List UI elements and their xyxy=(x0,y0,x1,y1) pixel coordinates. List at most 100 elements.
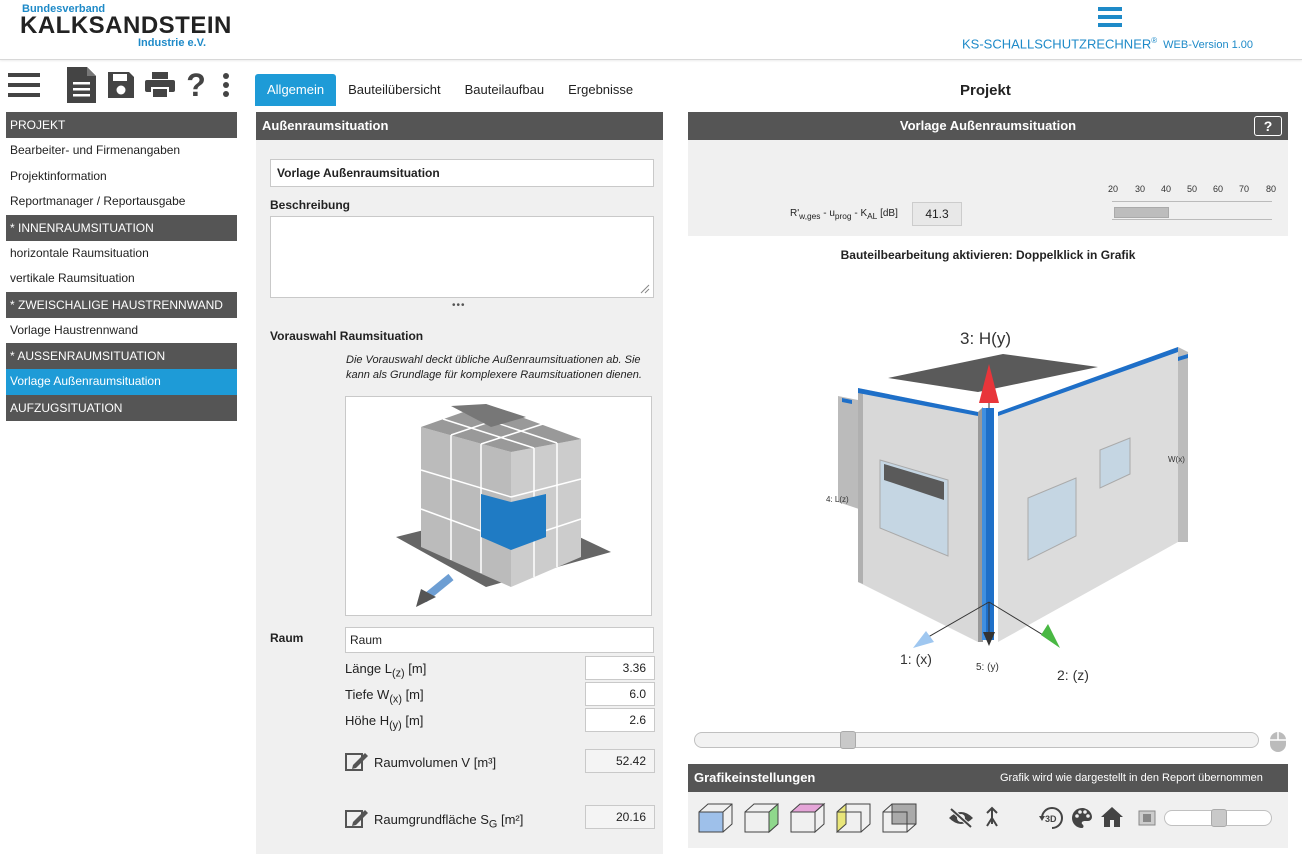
sidebar-item-reportmanager[interactable]: Reportmanager / Reportausgabe xyxy=(6,189,237,215)
right-panel: Vorlage Außenraumsituation ? R'w,ges - u… xyxy=(688,112,1288,848)
ellipsis-toggle[interactable]: ••• xyxy=(452,300,466,311)
tab-allgemein[interactable]: Allgemein xyxy=(255,74,337,106)
app-name-text: KS-SCHALLSCHUTZRECHNER xyxy=(962,36,1152,52)
scale-fill xyxy=(1114,207,1169,218)
main-menu-icon[interactable] xyxy=(1098,7,1122,27)
app-reg: ® xyxy=(1151,36,1158,45)
sidebar-section-innenraum[interactable]: * INNENRAUMSITUATION xyxy=(6,214,237,241)
right-panel-header: Vorlage Außenraumsituation ? xyxy=(688,112,1288,140)
hoehe-input[interactable]: 2.6 xyxy=(585,708,655,732)
graphics-title: Grafikeinstellungen xyxy=(694,770,816,785)
formula-rsub: w,ges xyxy=(799,211,821,221)
scale-bar xyxy=(1112,198,1272,222)
sidebar-section-aufzug[interactable]: AUFZUGSITUATION xyxy=(6,394,237,421)
grund-unit: [m²] xyxy=(497,812,524,827)
tiefe-text: Tiefe W xyxy=(345,687,390,702)
axis-label-x: 1: (x) xyxy=(900,651,932,667)
tab-bauteiluebersicht[interactable]: Bauteilübersicht xyxy=(336,74,453,106)
document-icon[interactable] xyxy=(64,66,98,104)
result-value: 41.3 xyxy=(912,202,962,226)
axis-label-z: 2: (z) xyxy=(1057,667,1089,683)
svg-text:3D: 3D xyxy=(1045,814,1057,824)
sidebar-section-haustrennwand[interactable]: * ZWEISCHALIGE HAUSTRENNWAND xyxy=(6,291,237,318)
sidebar-section-aussenraum[interactable]: * AUSSENRAUMSITUATION xyxy=(6,343,237,369)
graphics-note: Grafik wird wie dargestellt in den Repor… xyxy=(1000,772,1263,784)
sidebar-item-vertikal[interactable]: vertikale Raumsituation xyxy=(6,266,237,292)
cube-yellow-icon[interactable] xyxy=(836,802,872,834)
brightness-icon xyxy=(1138,810,1156,826)
cube-blue-icon[interactable] xyxy=(698,802,734,834)
laenge-label: Länge L(z) [m] xyxy=(345,661,426,680)
cube-pink-icon[interactable] xyxy=(790,802,826,834)
toolbar: ? xyxy=(6,66,238,106)
help-button[interactable]: ? xyxy=(1254,116,1282,136)
graphics-toolbar: 3D xyxy=(688,792,1288,848)
tab-bauteilaufbau[interactable]: Bauteilaufbau xyxy=(453,74,557,106)
laenge-sub: (z) xyxy=(392,667,405,680)
sidebar-item-vorlage-aussenraum[interactable]: Vorlage Außenraumsituation xyxy=(6,369,237,395)
edit-volume-icon[interactable] xyxy=(345,750,369,772)
scale-tick-20: 20 xyxy=(1108,184,1119,194)
room-name-input[interactable]: Raum xyxy=(345,627,654,653)
menu-icon[interactable] xyxy=(6,66,42,104)
formula-usub: prog xyxy=(834,211,852,221)
palette-icon[interactable] xyxy=(1070,806,1094,830)
scale-tick-30: 30 xyxy=(1135,184,1146,194)
app-version: WEB-Version 1.00 xyxy=(1163,39,1254,52)
hoehe-unit: [m] xyxy=(401,713,424,728)
sidebar-item-vorlage-haustrennwand[interactable]: Vorlage Haustrennwand xyxy=(6,317,237,343)
brightness-slider-thumb[interactable] xyxy=(1211,809,1227,827)
volumen-value: 52.42 xyxy=(585,749,655,773)
eye-off-icon[interactable] xyxy=(948,808,974,828)
home-icon[interactable] xyxy=(1100,806,1124,828)
grundflaeche-label: Raumgrundfläche SG [m²] xyxy=(374,812,523,831)
axis-label-w: W(x) xyxy=(1168,455,1185,464)
cube-gray-icon[interactable] xyxy=(882,802,918,834)
scale-tick-60: 60 xyxy=(1213,184,1224,194)
app-name: KS-SCHALLSCHUTZRECHNER® WEB-Version 1.00 xyxy=(962,36,1253,51)
tab-bar: Allgemein Bauteilübersicht Bauteilaufbau… xyxy=(255,74,645,106)
sidebar-item-horizontal[interactable]: horizontale Raumsituation xyxy=(6,240,237,266)
view-slider-thumb[interactable] xyxy=(839,731,856,749)
name-input[interactable]: Vorlage Außenraumsituation xyxy=(270,159,654,187)
preselect-label: Vorauswahl Raumsituation xyxy=(270,329,424,343)
resize-handle-icon[interactable] xyxy=(638,282,650,294)
hoehe-label: Höhe H(y) [m] xyxy=(345,713,423,732)
formula-unit: [dB] xyxy=(877,208,898,219)
view-slider-track[interactable] xyxy=(694,731,1259,749)
more-vertical-icon[interactable] xyxy=(216,66,236,104)
axis-label-h: 3: H(y) xyxy=(960,329,1011,348)
scale-tick-40: 40 xyxy=(1161,184,1172,194)
formula-label: R'w,ges - uprog - KAL [dB] xyxy=(790,208,898,221)
print-icon[interactable] xyxy=(144,66,176,104)
scale-tick-80: 80 xyxy=(1266,184,1277,194)
formula-r: R' xyxy=(790,208,800,219)
rotate-3d-icon[interactable]: 3D xyxy=(1038,804,1066,832)
sidebar-item-bearbeiter[interactable]: Bearbeiter- und Firmenangaben xyxy=(6,138,237,164)
tab-ergebnisse[interactable]: Ergebnisse xyxy=(556,74,645,106)
hoehe-text: Höhe H xyxy=(345,713,390,728)
app-header: Bundesverband KALKSANDSTEIN Industrie e.… xyxy=(0,0,1302,60)
axis-label-l: 4: L(z) xyxy=(826,495,849,504)
cube-green-icon[interactable] xyxy=(744,802,780,834)
scale-tick-50: 50 xyxy=(1187,184,1198,194)
brightness-slider[interactable] xyxy=(1164,809,1272,827)
tiefe-unit: [m] xyxy=(401,687,424,702)
tiefe-label: Tiefe W(x) [m] xyxy=(345,687,424,706)
hoehe-sub: (y) xyxy=(389,719,402,732)
sidebar: PROJEKT Bearbeiter- und Firmenangaben Pr… xyxy=(6,112,237,421)
laenge-input[interactable]: 3.36 xyxy=(585,656,655,680)
3d-model-canvas[interactable]: 3: H(y) 1: (x) 5: (y) 2: (z) 4: L(z) W(x… xyxy=(808,312,1208,692)
tiefe-input[interactable]: 6.0 xyxy=(585,682,655,706)
room-preset-preview[interactable] xyxy=(345,396,652,616)
room-cube-illustration xyxy=(396,404,611,607)
logo-main: KALKSANDSTEIN xyxy=(20,12,232,39)
sidebar-section-projekt[interactable]: PROJEKT xyxy=(6,112,237,138)
description-textarea[interactable] xyxy=(270,216,654,298)
help-icon[interactable]: ? xyxy=(184,66,208,104)
edit-area-icon[interactable] xyxy=(345,807,369,829)
arrow-up-icon[interactable] xyxy=(984,806,1000,828)
save-icon[interactable] xyxy=(106,66,136,104)
preselect-note: Die Vorauswahl deckt übliche Außenraumsi… xyxy=(346,354,642,381)
sidebar-item-projektinformation[interactable]: Projektinformation xyxy=(6,163,237,189)
